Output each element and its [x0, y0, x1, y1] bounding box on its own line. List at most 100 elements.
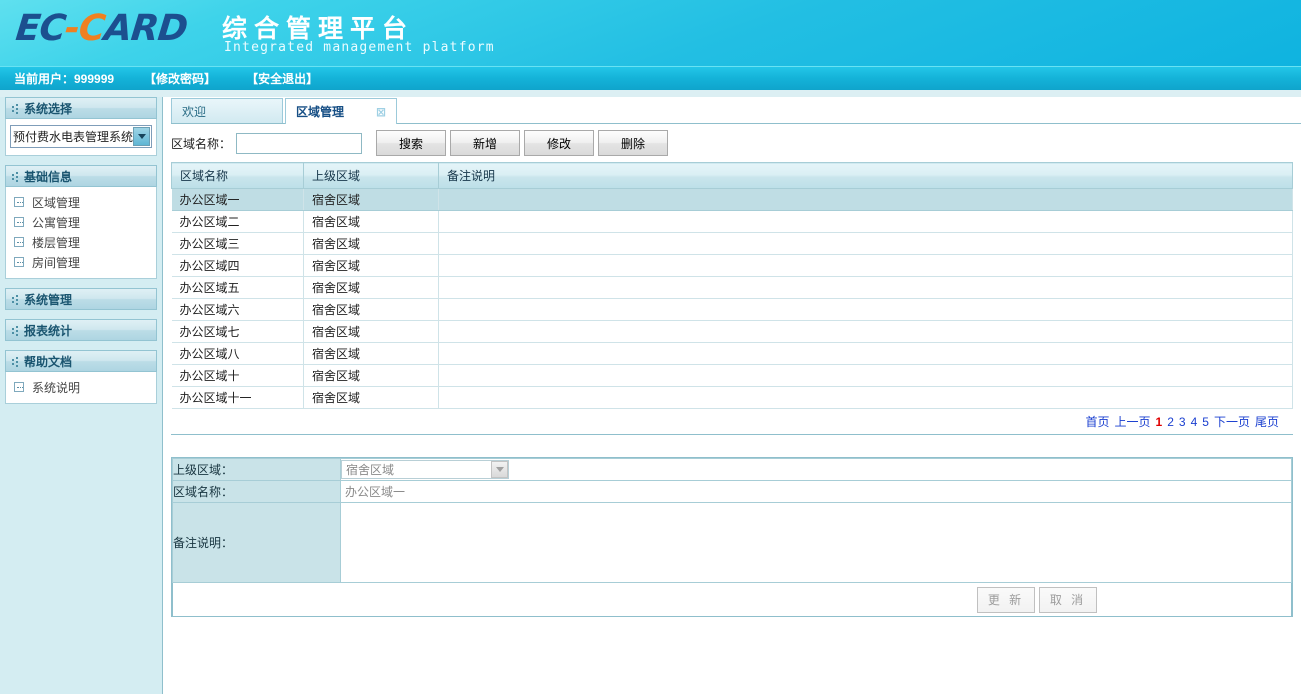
- current-user-label: 当前用户：999999: [14, 72, 115, 86]
- cell-area-name: 办公区域一: [171, 188, 304, 211]
- form-value-memo: [340, 502, 1292, 583]
- system-select-wrap: 预付费水电表管理系统: [5, 119, 157, 156]
- table-row[interactable]: 办公区域三 宿舍区域: [171, 232, 1293, 255]
- update-button[interactable]: 更 新: [977, 586, 1035, 613]
- form-label-parent-area: 上级区域：: [172, 458, 341, 481]
- cell-memo: [438, 342, 1293, 365]
- tab-area-management[interactable]: 区域管理 ⊠: [285, 98, 397, 124]
- cell-memo: [438, 386, 1293, 409]
- search-button[interactable]: 搜索: [376, 130, 447, 156]
- cell-area-name: 办公区域三: [171, 232, 304, 255]
- sidebar-panel-system-management: 系统管理: [5, 288, 157, 310]
- dots-icon: [12, 103, 21, 114]
- chevron-down-icon: [133, 127, 150, 146]
- page-body: 系统选择 预付费水电表管理系统 基础信息 区域管理 公寓管理 楼层管理 房间管理…: [0, 97, 1301, 694]
- sidebar-panel-header[interactable]: 系统选择: [5, 97, 157, 119]
- parent-area-select-value: 宿舍区域: [346, 463, 395, 477]
- cell-area-name: 办公区域五: [171, 276, 304, 299]
- sidebar-item-label: 房间管理: [32, 255, 81, 270]
- sidebar: 系统选择 预付费水电表管理系统 基础信息 区域管理 公寓管理 楼层管理 房间管理…: [0, 97, 163, 694]
- logo: EC-CARD: [14, 8, 189, 49]
- col-header-memo[interactable]: 备注说明: [438, 162, 1293, 189]
- sidebar-item-label: 公寓管理: [32, 215, 81, 230]
- sidebar-panel-header[interactable]: 报表统计: [5, 319, 157, 341]
- app-header: EC-CARD 综合管理平台 Integrated management pla…: [0, 0, 1301, 66]
- cell-area-name: 办公区域六: [171, 298, 304, 321]
- table-row[interactable]: 办公区域十一 宿舍区域: [171, 386, 1293, 409]
- table-row[interactable]: 办公区域四 宿舍区域: [171, 254, 1293, 277]
- search-input[interactable]: [236, 132, 363, 154]
- cell-parent-area: 宿舍区域: [303, 254, 439, 277]
- sidebar-item-system-description[interactable]: 系统说明: [10, 377, 152, 397]
- memo-textarea[interactable]: [341, 503, 1291, 582]
- pagination: 首页 上一页 1 2 3 4 5 下一页 尾页: [171, 409, 1293, 435]
- form-row-memo: 备注说明：: [172, 502, 1292, 583]
- pager-first[interactable]: 首页: [1086, 413, 1110, 430]
- table-row[interactable]: 办公区域八 宿舍区域: [171, 342, 1293, 365]
- form-footer: 更 新 取 消: [172, 583, 1292, 617]
- sidebar-panel-body: 系统说明: [5, 372, 157, 404]
- form-label-memo: 备注说明：: [172, 502, 341, 583]
- cell-memo: [438, 364, 1293, 387]
- cell-memo: [438, 188, 1293, 211]
- change-password-link[interactable]: 【修改密码】: [144, 70, 216, 87]
- sidebar-panel-header[interactable]: 基础信息: [5, 165, 157, 187]
- edit-button[interactable]: 修改: [524, 130, 595, 156]
- area-name-input[interactable]: 办公区域一: [341, 482, 1291, 502]
- pager-next[interactable]: 下一页: [1214, 413, 1250, 430]
- detail-form-table: 上级区域： 宿舍区域 区域名称： 办公区域一 备注说明：: [172, 458, 1292, 583]
- search-label: 区域名称：: [171, 136, 232, 151]
- cancel-button[interactable]: 取 消: [1039, 586, 1097, 613]
- sidebar-panel-header[interactable]: 系统管理: [5, 288, 157, 310]
- col-header-parent-area[interactable]: 上级区域: [303, 162, 439, 189]
- cell-parent-area: 宿舍区域: [303, 210, 439, 233]
- sidebar-item-floor-management[interactable]: 楼层管理: [10, 232, 152, 252]
- form-value-parent-area: 宿舍区域: [340, 458, 1292, 481]
- table-row[interactable]: 办公区域七 宿舍区域: [171, 320, 1293, 343]
- pager-page-3[interactable]: 3: [1179, 415, 1186, 429]
- table-row[interactable]: 办公区域一 宿舍区域: [171, 188, 1293, 211]
- user-bar: 当前用户：999999 【修改密码】 【安全退出】: [0, 66, 1301, 90]
- cell-area-name: 办公区域四: [171, 254, 304, 277]
- sidebar-panel-title: 系统选择: [24, 101, 73, 116]
- safe-exit-link[interactable]: 【安全退出】: [246, 70, 318, 87]
- sidebar-item-area-management[interactable]: 区域管理: [10, 192, 152, 212]
- table-row[interactable]: 办公区域六 宿舍区域: [171, 298, 1293, 321]
- pager-last[interactable]: 尾页: [1255, 413, 1279, 430]
- col-header-area-name[interactable]: 区域名称: [171, 162, 304, 189]
- pager-page-2[interactable]: 2: [1167, 415, 1174, 429]
- cell-memo: [438, 232, 1293, 255]
- cell-parent-area: 宿舍区域: [303, 320, 439, 343]
- add-button[interactable]: 新增: [450, 130, 521, 156]
- pager-page-1[interactable]: 1: [1156, 415, 1163, 429]
- logo-text-ard: ARD: [102, 8, 190, 49]
- pager-page-5[interactable]: 5: [1202, 415, 1209, 429]
- main-content: 欢迎 区域管理 ⊠ 区域名称： 搜索 新增 修改 删除 区域名称 上级区域 备注…: [163, 97, 1301, 694]
- tab-label: 区域管理: [296, 105, 345, 119]
- sidebar-item-room-management[interactable]: 房间管理: [10, 252, 152, 272]
- system-select-dropdown[interactable]: 预付费水电表管理系统: [10, 125, 152, 148]
- cell-area-name: 办公区域二: [171, 210, 304, 233]
- list-bullet-icon: [14, 257, 24, 267]
- cell-memo: [438, 210, 1293, 233]
- cell-memo: [438, 254, 1293, 277]
- table-row[interactable]: 办公区域十 宿舍区域: [171, 364, 1293, 387]
- pager-prev[interactable]: 上一页: [1115, 413, 1151, 430]
- sidebar-item-apartment-management[interactable]: 公寓管理: [10, 212, 152, 232]
- sidebar-panel-help-docs: 帮助文档 系统说明: [5, 350, 157, 404]
- pager-page-4[interactable]: 4: [1191, 415, 1198, 429]
- area-table: 区域名称 上级区域 备注说明 办公区域一 宿舍区域 办公区域二 宿舍区域 办公区…: [171, 162, 1293, 409]
- close-icon[interactable]: ⊠: [358, 106, 386, 118]
- tab-welcome[interactable]: 欢迎: [171, 98, 283, 123]
- sidebar-panel-header[interactable]: 帮助文档: [5, 350, 157, 372]
- system-select-value: 预付费水电表管理系统: [13, 130, 133, 144]
- cell-parent-area: 宿舍区域: [303, 232, 439, 255]
- cell-parent-area: 宿舍区域: [303, 342, 439, 365]
- delete-button[interactable]: 删除: [598, 130, 669, 156]
- tab-label: 欢迎: [182, 104, 207, 119]
- cell-parent-area: 宿舍区域: [303, 364, 439, 387]
- parent-area-select[interactable]: 宿舍区域: [341, 460, 509, 479]
- table-row[interactable]: 办公区域二 宿舍区域: [171, 210, 1293, 233]
- cell-area-name: 办公区域十一: [171, 386, 304, 409]
- table-row[interactable]: 办公区域五 宿舍区域: [171, 276, 1293, 299]
